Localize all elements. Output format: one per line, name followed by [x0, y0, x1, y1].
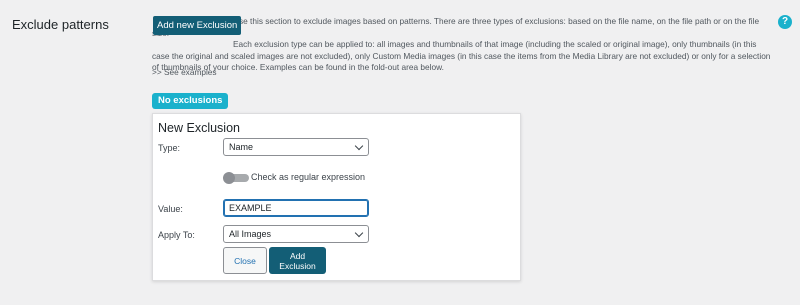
regex-toggle-label: Check as regular expression — [251, 172, 366, 182]
type-select[interactable]: Name — [223, 138, 369, 156]
apply-to-select-value: All Images — [229, 229, 272, 239]
add-exclusion-button[interactable]: Add Exclusion — [269, 247, 326, 274]
type-label: Type: — [158, 143, 181, 153]
see-examples-link[interactable]: >> See examples — [152, 67, 217, 77]
close-button[interactable]: Close — [223, 247, 267, 274]
exclusion-description: Use this section to exclude images based… — [152, 16, 772, 74]
description-line1: Use this section to exclude images based… — [152, 16, 760, 38]
chevron-down-icon — [354, 228, 364, 238]
toggle-knob — [223, 172, 235, 184]
value-input[interactable]: EXAMPLE — [223, 199, 369, 217]
description-line2: Each exclusion type can be applied to: a… — [152, 39, 771, 73]
regex-toggle[interactable] — [223, 172, 249, 184]
panel-title: New Exclusion — [158, 121, 240, 135]
type-select-value: Name — [229, 142, 254, 152]
apply-to-label: Apply To: — [158, 230, 195, 240]
apply-to-select[interactable]: All Images — [223, 225, 369, 243]
add-new-exclusion-button[interactable]: Add new Exclusion — [153, 16, 242, 35]
value-label: Value: — [158, 204, 183, 214]
chevron-down-icon — [354, 141, 364, 151]
no-exclusions-badge: No exclusions — [152, 93, 229, 109]
help-icon[interactable]: ? — [778, 15, 792, 29]
exclude-patterns-label: Exclude patterns — [12, 17, 109, 32]
new-exclusion-panel: New Exclusion Type: Name Check as regula… — [152, 113, 521, 281]
